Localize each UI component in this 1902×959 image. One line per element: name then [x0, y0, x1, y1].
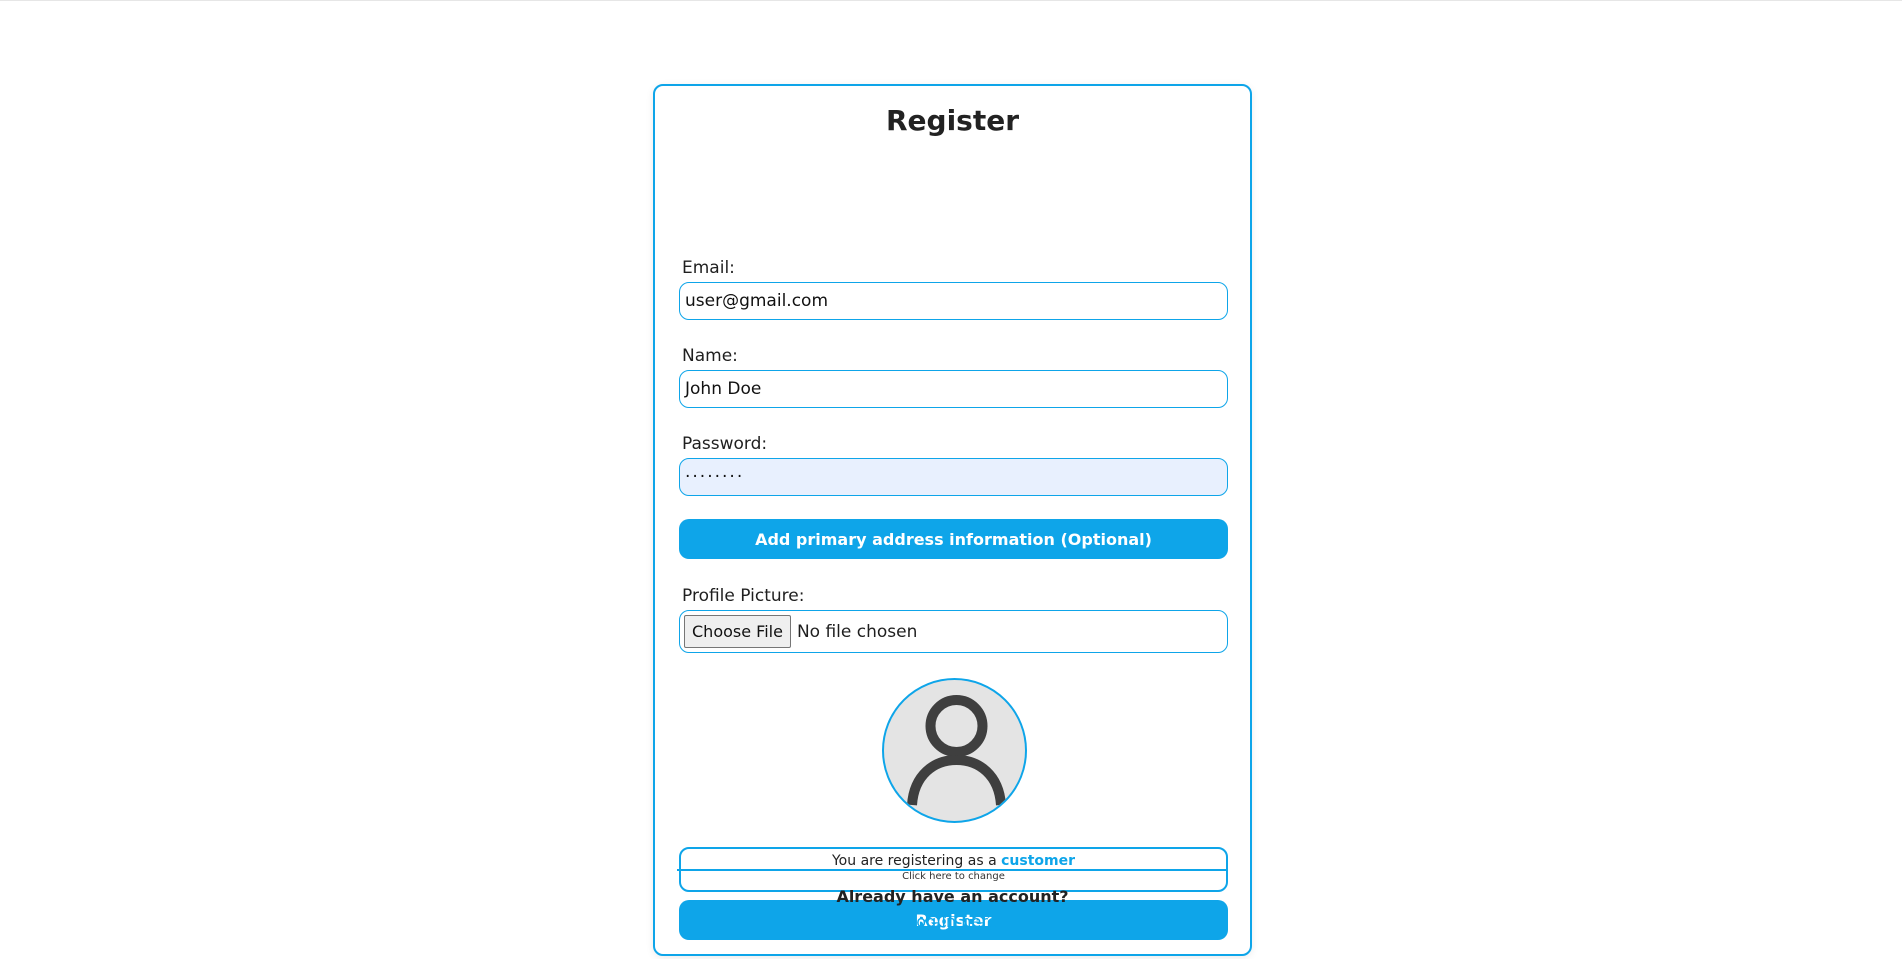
page-title: Register — [885, 104, 1020, 137]
add-address-button[interactable]: Add primary address information (Optiona… — [679, 519, 1228, 559]
name-label: Name: — [682, 346, 738, 366]
login-link[interactable]: Log In here — [653, 912, 1252, 931]
name-field[interactable]: John Doe — [679, 370, 1228, 408]
profile-picture-label: Profile Picture: — [682, 586, 805, 606]
role-prefix: You are registering as a — [831, 853, 997, 869]
user-avatar-icon — [907, 695, 1006, 806]
password-label: Password: — [682, 434, 768, 454]
role-hint: Click here to change — [902, 871, 1005, 882]
top-border — [0, 0, 1902, 1]
register-card: Register Email: user@gmail.com Name: Joh… — [653, 84, 1252, 956]
choose-file-button[interactable]: Choose File — [684, 615, 791, 648]
role-type: customer — [1001, 853, 1076, 869]
password-field[interactable]: ········ — [679, 458, 1228, 496]
role-selector[interactable]: You are registering as a customer Click … — [679, 847, 1228, 892]
file-status: No file chosen — [796, 621, 918, 642]
avatar-preview — [882, 678, 1027, 823]
email-field[interactable]: user@gmail.com — [679, 282, 1228, 320]
profile-picture-input: Choose File No file chosen — [679, 610, 1228, 653]
email-label: Email: — [682, 258, 735, 278]
